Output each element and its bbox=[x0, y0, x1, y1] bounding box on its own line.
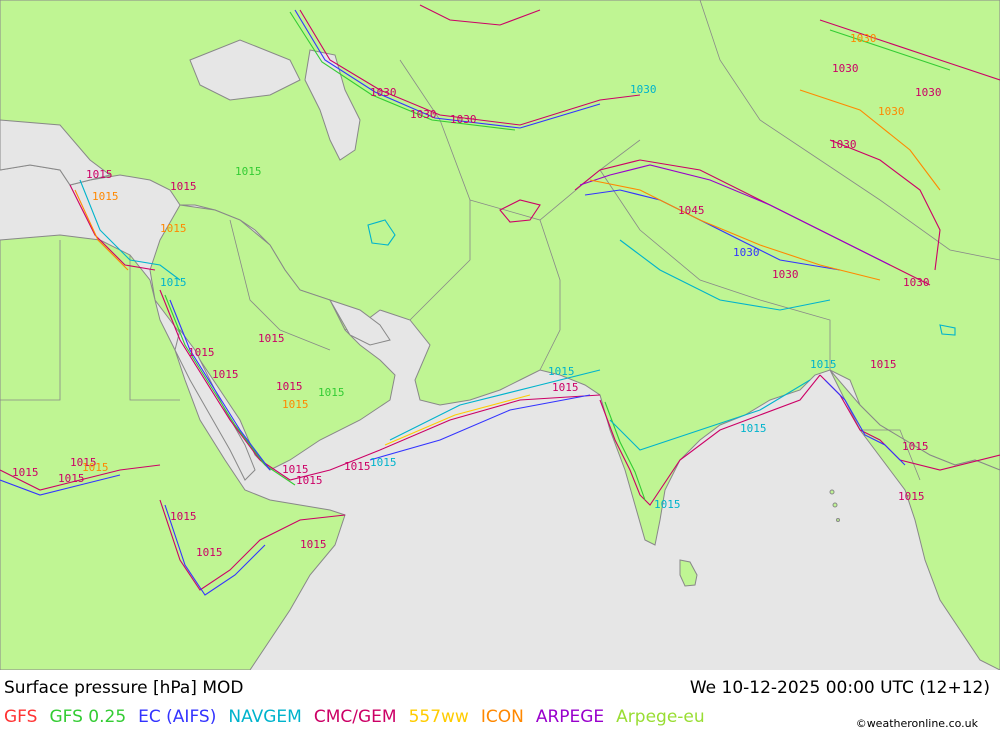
isobar-label: 1015 bbox=[296, 474, 323, 487]
legend-item: ICON bbox=[480, 707, 524, 727]
model-legend: GFS GFS 0.25 EC (AIFS) NAVGEM CMC/GEM 557ww IC… bbox=[4, 707, 717, 727]
legend-item: GFS 0.25 bbox=[49, 707, 127, 727]
isobar-label: 1015 bbox=[276, 380, 303, 393]
isobar-label: 1015 bbox=[654, 498, 681, 511]
isobar-label: 1015 bbox=[258, 332, 285, 345]
land-layer bbox=[0, 0, 1000, 670]
credit-text: ©weatheronline.co.uk bbox=[855, 717, 978, 730]
isobar-label: 1030 bbox=[733, 246, 760, 259]
land-srilanka bbox=[679, 559, 698, 587]
isobar-label: 1015 bbox=[12, 466, 39, 479]
isobar-label: 1030 bbox=[878, 105, 905, 118]
isobar-label: 1015 bbox=[902, 440, 929, 453]
isobar-label: 1030 bbox=[410, 108, 437, 121]
isobar-label: 1030 bbox=[772, 268, 799, 281]
isobar-label: 1015 bbox=[170, 510, 197, 523]
isobar-label: 1015 bbox=[196, 546, 223, 559]
isobar-label: 1030 bbox=[903, 276, 930, 289]
legend-item: 557ww bbox=[408, 707, 469, 727]
legend-item: EC (AIFS) bbox=[138, 707, 217, 727]
isobar-label: 1015 bbox=[160, 222, 187, 235]
isobar-label: 1015 bbox=[548, 365, 575, 378]
pressure-map: 1030 1030 1030 1030 1030 1030 1030 1030 1030 1045… bbox=[0, 0, 1000, 670]
isobar-label: 1015 bbox=[344, 460, 371, 473]
isobar-label: 1015 bbox=[552, 381, 579, 394]
isobar-label: 1015 bbox=[212, 368, 239, 381]
isobar-label: 1015 bbox=[370, 456, 397, 469]
isobar-label: 1015 bbox=[86, 168, 113, 181]
map-canvas: 1030 1030 1030 1030 1030 1030 1030 1030 1030 1045… bbox=[0, 0, 1000, 670]
isobar-label: 1030 bbox=[915, 86, 942, 99]
isobar-label: 1015 bbox=[82, 461, 109, 474]
isobar-label: 1015 bbox=[810, 358, 837, 371]
isobar-label: 1015 bbox=[235, 165, 262, 178]
legend-item: CMC/GEM bbox=[313, 707, 397, 727]
isobar-label: 1030 bbox=[850, 32, 877, 45]
isobar-label: 1015 bbox=[282, 398, 309, 411]
isobar-label: 1015 bbox=[898, 490, 925, 503]
isobar-label: 1030 bbox=[830, 138, 857, 151]
isobar-label: 1015 bbox=[160, 276, 187, 289]
isobar-label: 1015 bbox=[740, 422, 767, 435]
map-title: Surface pressure [hPa] MOD bbox=[4, 678, 244, 698]
isobar-label: 1030 bbox=[370, 86, 397, 99]
isobar-label: 1015 bbox=[188, 346, 215, 359]
map-datetime: We 10-12-2025 00:00 UTC (12+12) bbox=[689, 678, 990, 698]
isobar-label: 1015 bbox=[58, 472, 85, 485]
isobar-label: 1030 bbox=[630, 83, 657, 96]
legend-item: GFS bbox=[4, 707, 38, 727]
isobar-label: 1045 bbox=[678, 204, 705, 217]
legend-item: NAVGEM bbox=[228, 707, 302, 727]
isobar-label: 1015 bbox=[318, 386, 345, 399]
legend-item: Arpege-eu bbox=[616, 707, 705, 727]
isobar-label: 1015 bbox=[870, 358, 897, 371]
isobar-label: 1015 bbox=[92, 190, 119, 203]
isobar-label: 1015 bbox=[300, 538, 327, 551]
isobar-label: 1030 bbox=[450, 113, 477, 126]
legend-item: ARPEGE bbox=[535, 707, 605, 727]
isobar-label: 1015 bbox=[170, 180, 197, 193]
isobar-label: 1030 bbox=[832, 62, 859, 75]
